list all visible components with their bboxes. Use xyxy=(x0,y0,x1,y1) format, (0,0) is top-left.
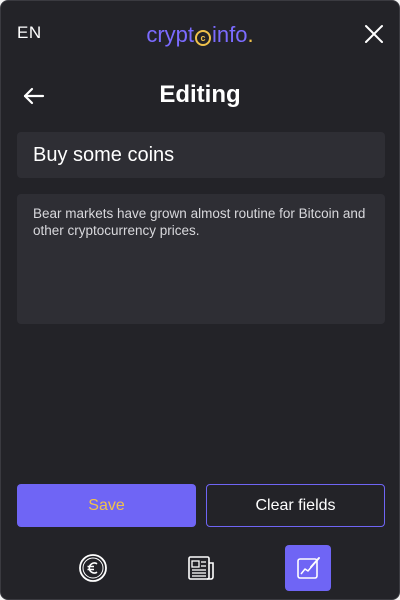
clear-fields-button[interactable]: Clear fields xyxy=(206,484,385,527)
close-button[interactable] xyxy=(363,23,385,45)
page-title: Editing xyxy=(159,81,241,108)
euro-coin-icon xyxy=(79,554,107,582)
logo-dot: . xyxy=(247,22,254,47)
body-textarea[interactable]: Bear markets have grown almost routine f… xyxy=(17,194,385,324)
logo-text-part2: info xyxy=(212,22,248,47)
logo: crypt c info. xyxy=(1,21,399,49)
title-input[interactable] xyxy=(17,132,385,178)
nav-item-coins[interactable] xyxy=(70,545,116,591)
top-bar: EN crypt c info. xyxy=(1,1,399,69)
close-icon xyxy=(365,25,383,43)
save-button[interactable]: Save xyxy=(17,484,196,527)
nav-item-news[interactable] xyxy=(178,545,224,591)
bottom-nav xyxy=(1,543,399,593)
logo-text-part1: crypt xyxy=(146,22,195,47)
logo-coin-icon: c xyxy=(195,30,212,46)
page-header: Editing xyxy=(1,77,399,117)
newspaper-icon xyxy=(188,556,214,580)
chart-edit-icon xyxy=(297,557,320,579)
app-window: EN cryptcinfo. Editing Bear markets have… xyxy=(0,0,400,600)
nav-item-edit[interactable] xyxy=(285,545,331,591)
